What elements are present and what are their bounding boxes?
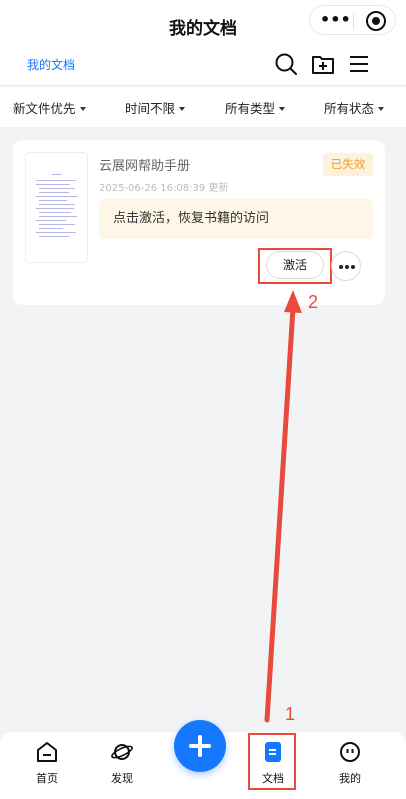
filter-bar: 新文件优先 时间不限 所有类型 所有状态 (0, 87, 406, 127)
thumb-line (39, 188, 75, 189)
caret-down-icon (279, 106, 286, 111)
documents-tab-highlight-box (248, 733, 296, 790)
reactivate-notice: 点击激活，恢复书籍的访问 (99, 199, 373, 239)
dot (339, 265, 343, 269)
annotation-step-1: 1 (285, 704, 296, 724)
more-actions-button[interactable] (331, 251, 361, 281)
add-document-button[interactable] (174, 720, 226, 772)
profile-icon (340, 742, 360, 762)
dot (351, 265, 355, 269)
dot (345, 265, 349, 269)
tab-discover[interactable]: 发现 (92, 732, 152, 790)
top-bar: 我的文档 ••• (0, 0, 406, 52)
thumb-line (36, 184, 70, 185)
thumb-line (36, 208, 74, 209)
thumb-line (39, 224, 75, 225)
status-badge: 已失效 (323, 153, 373, 176)
filter-sort[interactable]: 新文件优先 (13, 98, 86, 117)
planet-icon (111, 744, 133, 760)
capsule-divider (353, 13, 354, 29)
menu-icon[interactable] (347, 52, 371, 76)
thumb-line (39, 236, 69, 237)
annotation-step-2: 2 (308, 292, 319, 312)
filter-label: 新文件优先 (13, 101, 76, 116)
close-miniprogram-icon[interactable] (366, 11, 386, 31)
document-title[interactable]: 云展网帮助手册 (99, 155, 190, 174)
filter-label: 所有状态 (324, 101, 375, 116)
tab-label: 发现 (111, 772, 133, 785)
tab-home[interactable]: 首页 (17, 732, 77, 790)
toolbar: 我的文档 (0, 52, 406, 86)
search-icon[interactable] (274, 52, 298, 76)
filter-time[interactable]: 时间不限 (125, 98, 186, 117)
activate-button[interactable]: 激活 (266, 251, 324, 279)
thumb-line (52, 174, 62, 175)
caret-down-icon (79, 106, 86, 111)
caret-down-icon (378, 106, 385, 111)
filter-label: 所有类型 (225, 101, 276, 116)
document-card[interactable]: 云展网帮助手册 2025-06-26 16:08:39 更新 已失效 点击激活，… (13, 140, 385, 305)
document-thumbnail[interactable] (25, 152, 88, 263)
thumb-line (39, 216, 77, 217)
caret-down-icon (179, 106, 186, 111)
more-options-icon[interactable]: ••• (320, 12, 351, 28)
home-icon (37, 742, 57, 762)
thumb-line (36, 180, 76, 181)
thumb-line (39, 212, 71, 213)
tab-profile[interactable]: 我的 (320, 732, 380, 790)
thumb-line (36, 232, 76, 233)
document-updated-time: 2025-06-26 16:08:39 更新 (99, 183, 229, 194)
plus-icon (198, 735, 202, 757)
thumb-line (39, 228, 63, 229)
new-folder-icon[interactable] (311, 52, 335, 76)
thumb-line (39, 204, 75, 205)
thumb-line (36, 196, 78, 197)
tab-label: 我的 (339, 772, 361, 785)
filter-type[interactable]: 所有类型 (225, 98, 286, 117)
filter-status[interactable]: 所有状态 (324, 98, 385, 117)
mini-program-capsule: ••• (309, 5, 396, 35)
thumb-line (39, 200, 67, 201)
filter-label: 时间不限 (125, 101, 176, 116)
thumb-line (39, 192, 69, 193)
thumb-line (36, 220, 66, 221)
breadcrumb[interactable]: 我的文档 (27, 56, 75, 73)
tab-label: 首页 (36, 772, 58, 785)
